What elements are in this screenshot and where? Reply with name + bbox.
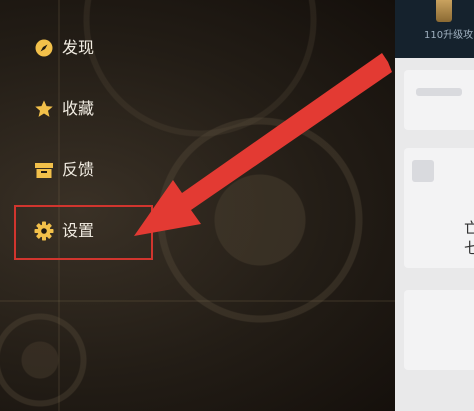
- annotation-arrow: [134, 53, 392, 236]
- screen: 110升级攻 亡 七 发现 收藏 反馈 设置: [0, 0, 474, 411]
